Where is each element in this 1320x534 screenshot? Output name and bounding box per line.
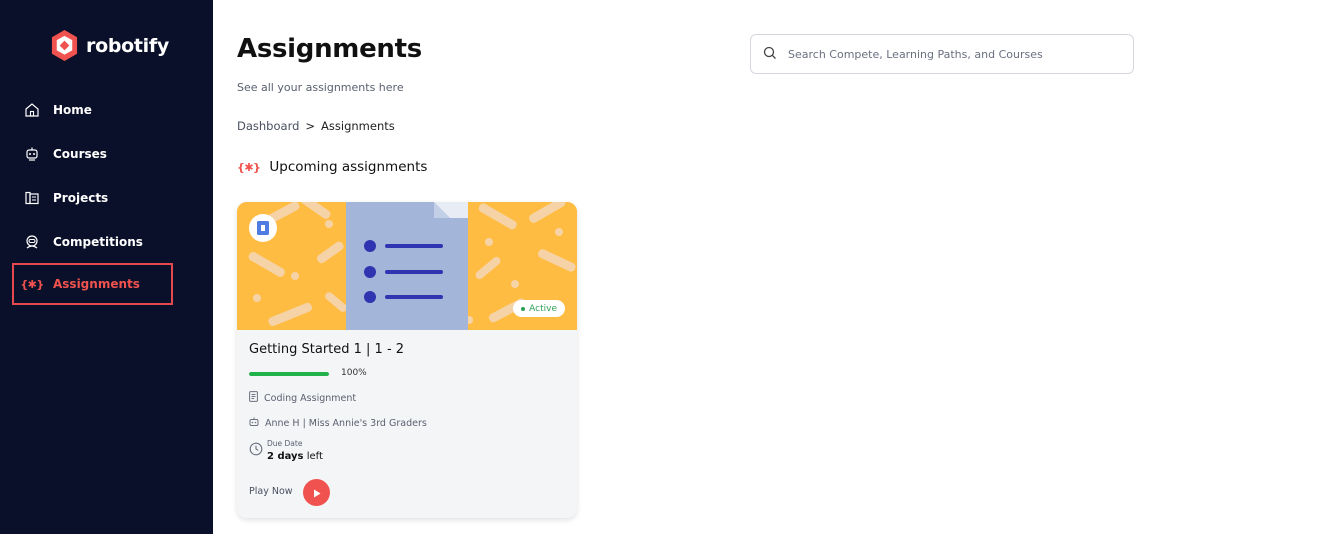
search-bar[interactable] [750, 34, 1134, 74]
status-label: Active [529, 303, 557, 314]
blueprint-icon [23, 189, 41, 207]
card-title: Getting Started 1 | 1 - 2 [249, 342, 405, 357]
progress-fill [249, 372, 329, 376]
breadcrumb-dashboard-link[interactable]: Dashboard [237, 119, 299, 133]
clock-icon [249, 441, 263, 460]
coding-assignment-badge-icon [249, 214, 277, 242]
sidebar-item-competitions[interactable]: Competitions [12, 221, 173, 263]
search-icon [763, 45, 777, 64]
section-header: {✱} Upcoming assignments [237, 159, 427, 175]
search-input[interactable] [788, 47, 1108, 61]
section-title: Upcoming assignments [269, 159, 428, 175]
robotify-logo-icon [51, 30, 78, 61]
play-now-label: Play Now [249, 486, 293, 497]
teacher-class: Anne H | Miss Annie's 3rd Graders [265, 418, 427, 429]
breadcrumb-current: Assignments [321, 119, 395, 133]
sidebar-item-projects[interactable]: Projects [12, 177, 173, 219]
page-subtitle: See all your assignments here [237, 81, 404, 94]
status-dot [521, 306, 526, 311]
page-title: Assignments [237, 34, 422, 64]
play-icon [313, 483, 321, 502]
breadcrumb: Dashboard > Assignments [237, 119, 395, 133]
status-badge: Active [513, 300, 565, 317]
due-date-block: Due Date 2 days left [249, 439, 323, 462]
due-date-value: 2 days left [267, 451, 323, 462]
logo[interactable]: robotify [50, 29, 169, 62]
assignment-icon: {✱} [20, 277, 44, 291]
astronaut-icon [23, 233, 41, 251]
robot-head-icon [249, 417, 259, 430]
card-thumbnail: Active [237, 202, 577, 330]
sidebar-item-home[interactable]: Home [12, 89, 173, 131]
home-icon [23, 101, 41, 119]
assignment-icon: {✱} [237, 160, 261, 174]
sidebar-item-label: Competitions [53, 235, 143, 249]
breadcrumb-separator: > [305, 119, 316, 133]
assignment-card[interactable]: Active Getting Started 1 | 1 - 2 100% Co… [237, 202, 577, 518]
document-icon [249, 391, 258, 405]
due-date-label: Due Date [267, 439, 303, 448]
assignment-type: Coding Assignment [264, 392, 357, 404]
sidebar-item-label: Projects [53, 191, 109, 205]
brand-name: robotify [86, 34, 169, 57]
sidebar: robotify Home Courses Projects Competiti… [0, 0, 213, 534]
sidebar-item-courses[interactable]: Courses [12, 133, 173, 175]
sidebar-item-label: Home [53, 103, 92, 117]
progress-bar [249, 372, 329, 376]
sidebar-item-assignments[interactable]: {✱} Assignments [12, 263, 173, 305]
play-button[interactable] [303, 479, 330, 506]
sidebar-item-label: Courses [53, 147, 107, 161]
robot-head-icon [23, 145, 41, 163]
sidebar-item-label: Assignments [53, 277, 140, 291]
assignment-type-row: Coding Assignment [249, 391, 356, 405]
teacher-row: Anne H | Miss Annie's 3rd Graders [249, 417, 427, 430]
progress-label: 100% [341, 368, 367, 378]
